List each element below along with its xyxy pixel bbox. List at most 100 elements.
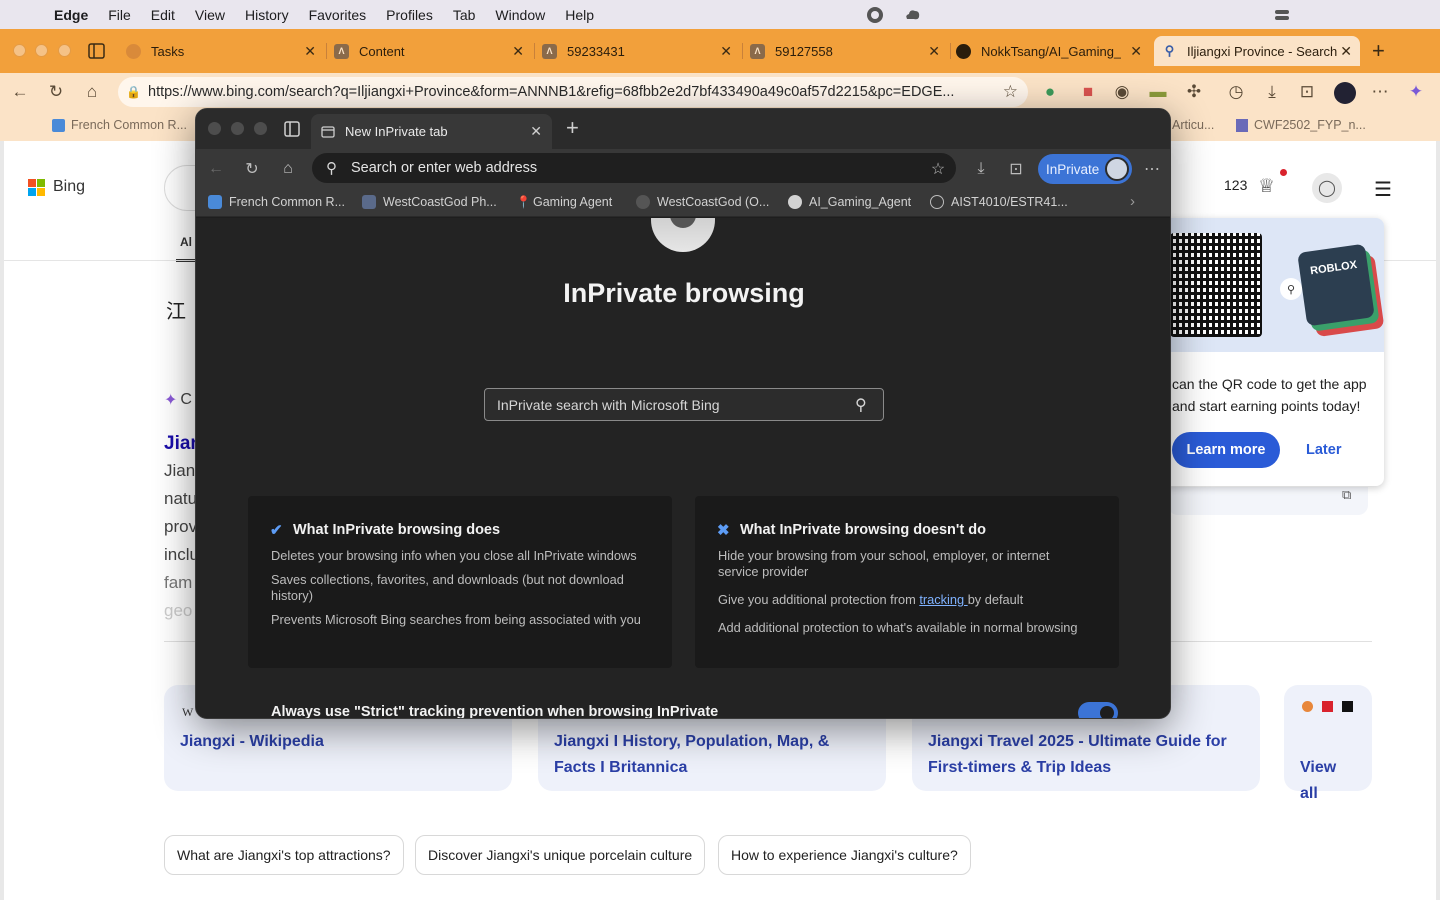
tab-all[interactable]: Al	[180, 235, 192, 249]
bookmark-item[interactable]: French Common R...	[208, 195, 345, 209]
panel-item: Deletes your browsing info when you clos…	[271, 548, 637, 563]
learn-more-button[interactable]: Learn more	[1172, 432, 1280, 468]
back-icon[interactable]: ←	[10, 82, 30, 102]
bookmark-item[interactable]: Articu...	[1172, 118, 1214, 132]
close-tab-icon[interactable]: ✕	[1340, 43, 1352, 60]
refresh-icon[interactable]: ↻	[242, 159, 262, 179]
grammarly-icon[interactable]	[866, 6, 884, 24]
menu-file[interactable]: File	[108, 7, 131, 23]
close-tab-icon[interactable]: ✕	[304, 43, 316, 60]
sidebar-toggle-icon[interactable]	[284, 121, 300, 137]
chevron-right-icon[interactable]: ›	[1130, 193, 1135, 210]
inprivate-badge[interactable]: InPrivate	[1038, 154, 1132, 184]
source-favicon-icon	[1302, 701, 1313, 712]
screenshot-icon[interactable]: ⊡	[1006, 159, 1026, 179]
close-tab-icon[interactable]: ✕	[928, 43, 940, 60]
extensions-puzzle-icon[interactable]: ✣	[1184, 82, 1204, 102]
bookmark-item[interactable]: 📍 Gaming Agent	[516, 195, 612, 209]
tab-bing-search[interactable]: ⚲ Iljiangxi Province - Search ✕	[1154, 36, 1360, 66]
grammarly-ext-icon[interactable]: ●	[1040, 82, 1060, 102]
strict-tracking-toggle[interactable]	[1078, 702, 1118, 718]
extension-off-icon[interactable]: ■	[1078, 82, 1098, 102]
bookmark-item[interactable]: AIST4010/ESTR41...	[930, 195, 1068, 209]
favorite-star-icon[interactable]: ☆	[928, 159, 948, 179]
menu-view[interactable]: View	[195, 7, 225, 23]
menu-history[interactable]: History	[245, 7, 289, 23]
downloads-icon[interactable]: ⤓	[971, 159, 991, 179]
menu-help[interactable]: Help	[565, 7, 594, 23]
history-icon[interactable]: ◷	[1226, 82, 1246, 102]
close-tab-icon[interactable]: ✕	[512, 43, 524, 60]
bookmark-item[interactable]: AI_Gaming_Agent	[788, 195, 911, 209]
downloads-icon[interactable]: ⤓	[1262, 82, 1282, 102]
screenshot-icon[interactable]: ⊡	[1297, 82, 1317, 102]
suggestion-chip[interactable]: What are Jiangxi's top attractions?	[164, 835, 404, 875]
rewards-icon[interactable]: ♕	[1258, 175, 1275, 198]
bookmark-item[interactable]: WestCoastGod (O...	[636, 195, 769, 209]
back-icon[interactable]: ←	[206, 159, 226, 179]
view-all-card[interactable]: View all	[1284, 685, 1372, 802]
account-icon[interactable]: ◯	[1312, 173, 1342, 203]
bookmark-item[interactable]: CWF2502_FYP_n...	[1236, 118, 1366, 132]
hamburger-menu-icon[interactable]: ☰	[1374, 177, 1392, 202]
github-favicon-icon	[956, 43, 971, 59]
refresh-icon[interactable]: ↻	[46, 82, 66, 102]
close-tab-icon[interactable]: ✕	[530, 123, 542, 140]
tab-new-inprivate[interactable]: New InPrivate tab ✕	[311, 114, 552, 149]
menu-profiles[interactable]: Profiles	[386, 7, 433, 23]
address-bar[interactable]: 🔒 https://www.bing.com/search?q=Iljiangx…	[118, 77, 1028, 107]
tasks-favicon-icon	[126, 43, 141, 59]
bing-logo[interactable]: Bing	[28, 178, 85, 196]
cloud-sync-icon[interactable]	[904, 6, 922, 24]
tab-59127558[interactable]: Λ 59127558 ✕	[742, 36, 948, 66]
zoom-window-button[interactable]	[254, 122, 267, 135]
card-title: Jiangxi I History, Population, Map, & Fa…	[554, 733, 830, 776]
menu-window[interactable]: Window	[495, 7, 545, 23]
search-icon[interactable]: ⚲	[855, 395, 875, 415]
more-options-icon[interactable]: ⋯	[1142, 159, 1162, 179]
extension-icon[interactable]: ◉	[1112, 82, 1132, 102]
menu-tab[interactable]: Tab	[453, 7, 476, 23]
rewards-promo-popup: ⚲ ROBLOX can the QR code to get the app …	[1166, 218, 1384, 486]
bookmark-item[interactable]: French Common R...	[52, 118, 187, 132]
menu-favorites[interactable]: Favorites	[309, 7, 367, 23]
copilot-icon[interactable]: ✦	[1406, 82, 1426, 102]
zoom-window-button[interactable]	[58, 44, 71, 57]
external-link-icon[interactable]: ⧉	[1342, 487, 1351, 503]
menu-app-name[interactable]: Edge	[54, 7, 88, 23]
rewards-points[interactable]: 123	[1224, 177, 1247, 193]
close-tab-icon[interactable]: ✕	[1130, 43, 1142, 60]
menu-edit[interactable]: Edit	[151, 7, 175, 23]
lock-icon[interactable]: 🔒	[126, 85, 148, 99]
close-window-button[interactable]	[13, 44, 26, 57]
minimize-window-button[interactable]	[231, 122, 244, 135]
tab-59233431[interactable]: Λ 59233431 ✕	[534, 36, 740, 66]
tab-content[interactable]: Λ Content ✕	[326, 36, 532, 66]
search-favicon-icon: ⚲	[1164, 43, 1175, 58]
home-icon[interactable]: ⌂	[82, 82, 102, 102]
bookmark-item[interactable]: WestCoastGod Ph...	[362, 195, 497, 209]
panel-item: Hide your browsing from your school, emp…	[718, 548, 1050, 579]
close-window-button[interactable]	[208, 122, 221, 135]
new-tab-icon[interactable]: +	[566, 115, 579, 141]
browser-toolbar: ← ↻ ⌂ 🔒 https://www.bing.com/search?q=Il…	[0, 73, 1440, 111]
tracking-link[interactable]: tracking	[919, 592, 967, 607]
more-options-icon[interactable]: ⋯	[1370, 82, 1390, 102]
sidebar-toggle-icon[interactable]	[88, 43, 105, 59]
profile-avatar[interactable]	[1334, 82, 1356, 104]
tab-tasks[interactable]: Tasks ✕	[118, 36, 324, 66]
home-icon[interactable]: ⌂	[278, 159, 298, 179]
suggestion-chip[interactable]: Discover Jiangxi's unique porcelain cult…	[415, 835, 706, 875]
new-tab-icon[interactable]: +	[1372, 38, 1385, 64]
strict-tracking-label: Always use "Strict" tracking prevention …	[271, 704, 719, 719]
control-center-icon[interactable]	[1273, 6, 1291, 24]
tab-github[interactable]: NokkTsang/AI_Gaming_Ag ✕	[950, 36, 1150, 66]
inprivate-search-input[interactable]: InPrivate search with Microsoft Bing ⚲	[484, 388, 884, 421]
suggestion-chip[interactable]: How to experience Jiangxi's culture?	[718, 835, 971, 875]
close-tab-icon[interactable]: ✕	[720, 43, 732, 60]
inprivate-address-bar[interactable]: ⚲ Search or enter web address	[312, 153, 956, 183]
later-button[interactable]: Later	[1306, 442, 1341, 458]
favorite-star-icon[interactable]: ☆	[1003, 82, 1018, 102]
minimize-window-button[interactable]	[35, 44, 48, 57]
extension-folder-icon[interactable]: ▬	[1148, 82, 1168, 102]
